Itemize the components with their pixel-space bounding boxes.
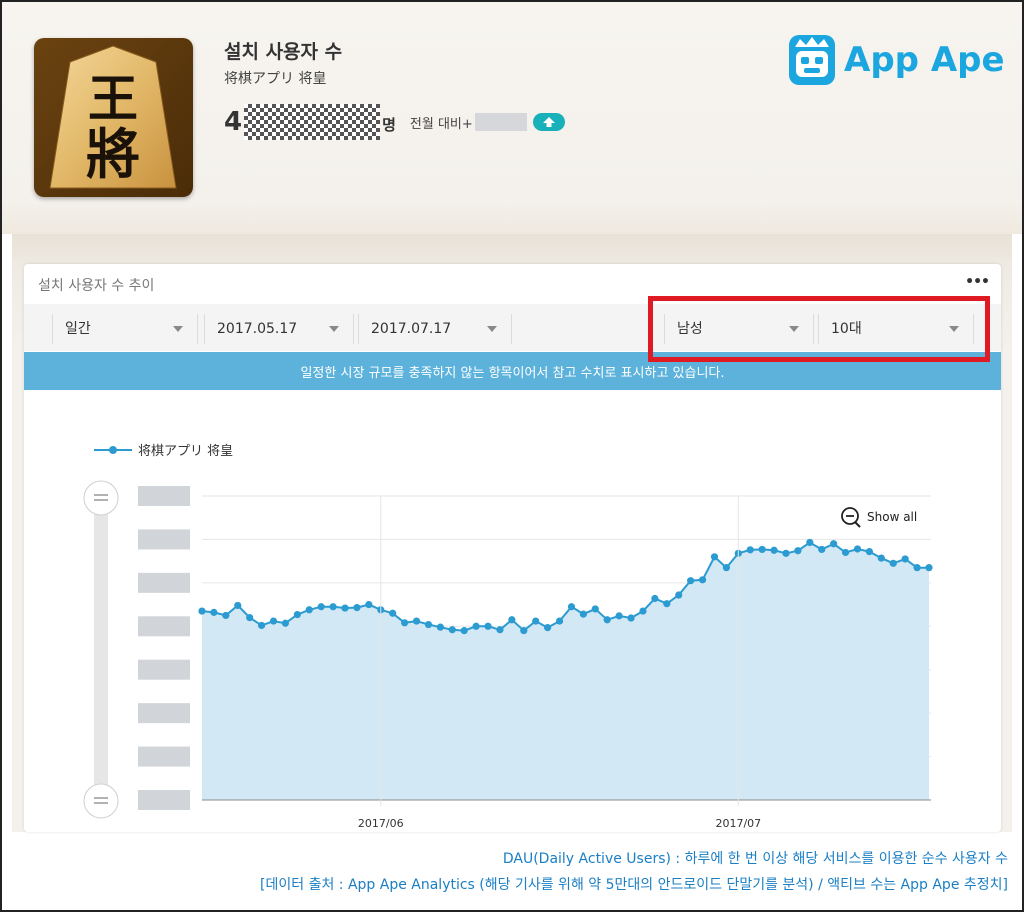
- data-point[interactable]: [555, 617, 564, 625]
- data-point[interactable]: [460, 627, 468, 635]
- show-all-label: Show all: [867, 510, 917, 524]
- data-point[interactable]: [746, 546, 754, 554]
- data-point[interactable]: [532, 617, 540, 625]
- data-point[interactable]: [925, 564, 933, 572]
- data-point[interactable]: [639, 607, 647, 615]
- data-point[interactable]: [663, 600, 671, 608]
- data-point[interactable]: [222, 611, 230, 620]
- data-point[interactable]: [341, 604, 349, 612]
- data-point[interactable]: [293, 610, 301, 619]
- y-tick-label-redacted: [138, 703, 190, 724]
- chart-legend[interactable]: 将棋アプリ 将皇: [94, 444, 233, 459]
- app-icon: 王 將: [34, 38, 193, 197]
- data-point[interactable]: [508, 616, 516, 624]
- data-point[interactable]: [448, 626, 456, 634]
- data-point[interactable]: [591, 605, 599, 613]
- redacted-comparison: [474, 113, 527, 131]
- metric-unit: 명: [382, 115, 396, 134]
- ape-logo-icon: [789, 35, 835, 85]
- data-point[interactable]: [913, 564, 921, 572]
- data-point[interactable]: [198, 607, 206, 615]
- icon-glyph-bottom: 將: [86, 122, 140, 186]
- range-slider[interactable]: [83, 480, 119, 819]
- series-area: [202, 542, 929, 800]
- y-tick-label-redacted: [138, 529, 190, 550]
- up-arrow-icon: [532, 113, 565, 131]
- data-point[interactable]: [794, 547, 802, 555]
- brand-name: App Ape: [844, 40, 1005, 80]
- data-point[interactable]: [758, 545, 766, 554]
- data-point[interactable]: [889, 559, 897, 567]
- y-tick-label-redacted: [138, 746, 190, 767]
- data-point[interactable]: [627, 614, 635, 622]
- data-point[interactable]: [269, 617, 278, 625]
- data-point[interactable]: [830, 540, 838, 548]
- x-tick-label: 2017/07: [715, 817, 761, 830]
- data-point[interactable]: [651, 594, 659, 603]
- data-point[interactable]: [210, 608, 218, 616]
- data-point[interactable]: [567, 603, 576, 611]
- data-point[interactable]: [281, 619, 290, 627]
- data-point[interactable]: [520, 627, 528, 635]
- y-tick-label-redacted: [138, 616, 190, 637]
- data-point[interactable]: [853, 545, 862, 553]
- data-point[interactable]: [710, 553, 719, 561]
- shogi-piece-icon: 王 將: [49, 45, 177, 189]
- data-point[interactable]: [389, 609, 397, 617]
- data-point[interactable]: [865, 547, 874, 556]
- metric-title: 설치 사용자 수: [224, 41, 343, 63]
- data-point[interactable]: [877, 554, 885, 562]
- slider-bottom-handle[interactable]: [83, 783, 119, 819]
- show-all-button[interactable]: Show all: [841, 507, 917, 528]
- data-point[interactable]: [818, 545, 826, 554]
- data-point[interactable]: [401, 619, 409, 627]
- data-point[interactable]: [770, 546, 778, 554]
- brand-logo: App Ape: [786, 30, 1005, 90]
- y-tick-label-redacted: [138, 486, 190, 506]
- data-point[interactable]: [436, 623, 444, 631]
- data-point[interactable]: [841, 548, 850, 557]
- data-point[interactable]: [782, 549, 790, 557]
- data-point[interactable]: [698, 576, 707, 584]
- data-point[interactable]: [484, 622, 492, 630]
- filter-highlight-box: [648, 296, 990, 362]
- data-point[interactable]: [544, 623, 552, 632]
- data-point[interactable]: [472, 622, 480, 630]
- data-point[interactable]: [687, 577, 695, 585]
- data-point[interactable]: [806, 538, 814, 547]
- y-tick-label-redacted: [138, 572, 190, 593]
- data-point[interactable]: [305, 606, 313, 614]
- data-point[interactable]: [317, 603, 325, 611]
- redacted-value: [244, 104, 381, 140]
- data-point[interactable]: [424, 620, 433, 629]
- data-point[interactable]: [496, 626, 504, 634]
- comparison-label: 전월 대비+: [409, 116, 473, 132]
- x-tick-label: 2017/06: [358, 817, 404, 830]
- y-tick-label-redacted: [138, 790, 190, 810]
- y-tick-label-redacted: [138, 659, 190, 680]
- data-point[interactable]: [329, 603, 337, 611]
- y-axis-labels-redacted: [138, 486, 190, 810]
- data-point[interactable]: [246, 614, 254, 622]
- data-point[interactable]: [615, 612, 623, 620]
- data-point[interactable]: [675, 591, 683, 599]
- data-point[interactable]: [234, 601, 242, 610]
- data-point[interactable]: [579, 610, 587, 618]
- data-point[interactable]: [353, 604, 361, 612]
- data-point[interactable]: [901, 555, 909, 563]
- icon-glyph-top: 王: [88, 69, 138, 128]
- app-name: 将棋アプリ 将皇: [224, 71, 327, 87]
- data-point[interactable]: [603, 616, 611, 624]
- slider-top-handle[interactable]: [83, 480, 119, 516]
- data-point[interactable]: [722, 564, 730, 572]
- metric-value: 4: [224, 107, 243, 137]
- legend-series-label: 将棋アプリ 将皇: [138, 444, 233, 459]
- data-point[interactable]: [257, 621, 266, 630]
- footer-data-source: [데이터 출처 : App Ape Analytics (해당 기사를 위해 약…: [260, 877, 1008, 893]
- data-point[interactable]: [365, 600, 373, 609]
- footer-dau-definition: DAU(Daily Active Users) : 하루에 한 번 이상 해당 …: [502, 851, 1008, 867]
- app-header: 王 將 설치 사용자 수 将棋アプリ 将皇 4 명 전월 대비+ App Ape: [2, 2, 1022, 234]
- data-point[interactable]: [412, 617, 421, 625]
- metric-row: 4 명 전월 대비+: [224, 102, 565, 142]
